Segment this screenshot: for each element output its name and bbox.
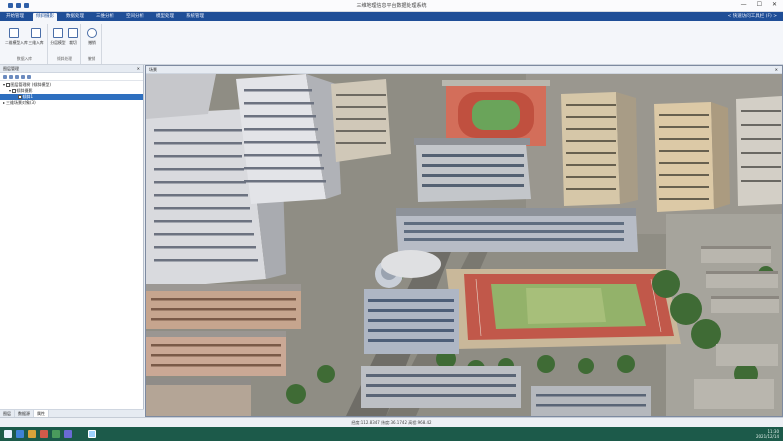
scene-tab-label: 场景 xyxy=(149,67,157,72)
folder-icon[interactable] xyxy=(28,430,36,438)
ribbon: 二维模型入库 三维入库 数据入库 分层模型 裁切 倾斜处理 撤销 撤销 xyxy=(0,21,783,65)
tab-oblique[interactable]: 倾斜摄影 xyxy=(33,13,57,21)
remove-layer-icon[interactable] xyxy=(9,75,13,79)
taskbar-app-icon[interactable] xyxy=(52,430,60,438)
undo-arrow-icon xyxy=(87,28,97,38)
move-down-icon[interactable] xyxy=(21,75,25,79)
ribbon-tabs: 开始管理 倾斜摄影 数据处理 三维分析 空间分析 模型处理 系统管理 < 快速访… xyxy=(0,12,783,21)
taskbar-app-icon[interactable] xyxy=(64,430,72,438)
panel-bottom-tabs: 图层 数据源 属性 xyxy=(0,409,144,417)
grid-icon xyxy=(9,28,19,38)
tab-properties[interactable]: 属性 xyxy=(34,410,49,417)
tab-data[interactable]: 数据处理 xyxy=(63,13,87,21)
layers-icon xyxy=(53,28,63,38)
tab-3d-analysis[interactable]: 三维分析 xyxy=(93,13,117,21)
refresh-icon[interactable] xyxy=(27,75,31,79)
layer-panel-header: 图层管理 ✕ xyxy=(0,65,143,73)
checkbox-icon[interactable] xyxy=(12,89,16,93)
close-icon[interactable]: ✕ xyxy=(137,65,140,73)
status-bar: 经度:112.8347 纬度:36.1742 高程:968.42 xyxy=(0,417,783,427)
oblique-photo-scene[interactable] xyxy=(146,74,782,416)
layer-tree: ▾ 图层管理树 (倾斜模型) ▾ 倾斜摄影 倾斜1 ▸三维场景对象(3) xyxy=(0,81,143,106)
tree-node-scene-objects[interactable]: ▸三维场景对象(3) xyxy=(0,100,143,106)
ribbon-group-undo: 撤销 撤销 xyxy=(82,24,102,64)
browser-icon[interactable] xyxy=(40,430,48,438)
ribbon-group-label: 倾斜处理 xyxy=(56,56,73,61)
start-icon[interactable] xyxy=(4,430,12,438)
ribbon-group-import: 二维模型入库 三维入库 数据入库 xyxy=(2,24,48,64)
tab-system[interactable]: 系统管理 xyxy=(183,13,207,21)
move-up-icon[interactable] xyxy=(15,75,19,79)
import-3d-button[interactable]: 三维入库 xyxy=(27,28,45,46)
os-taskbar: 11:30 2021/12/14 xyxy=(0,427,783,441)
window-controls: — ☐ ✕ xyxy=(741,1,777,8)
maximize-button[interactable]: ☐ xyxy=(757,1,762,8)
cube-icon xyxy=(31,28,41,38)
window-title: 三维地理信息平台数据处理系统 xyxy=(356,3,427,9)
system-tray-clock[interactable]: 11:30 2021/12/14 xyxy=(756,429,779,439)
taskbar-app-icon[interactable] xyxy=(16,430,24,438)
ribbon-group-label: 数据入库 xyxy=(16,56,33,61)
layer-panel: 图层管理 ✕ ▾ 图层管理树 (倾斜模型) ▾ 倾斜摄影 倾斜1 ▸三维场景对象(3… xyxy=(0,65,144,417)
close-button[interactable]: ✕ xyxy=(772,1,777,8)
layer-toolbar xyxy=(0,73,143,81)
import-2d-button[interactable]: 二维模型入库 xyxy=(5,28,28,46)
undo-button[interactable]: 撤销 xyxy=(83,28,101,46)
tab-start[interactable]: 开始管理 xyxy=(3,13,27,21)
clock-date: 2021/12/14 xyxy=(755,434,779,439)
coordinate-readout: 经度:112.8347 纬度:36.1742 高程:968.42 xyxy=(351,420,432,425)
checkbox-icon[interactable] xyxy=(18,95,22,99)
tab-datasource[interactable]: 数据源 xyxy=(15,410,34,417)
tab-model[interactable]: 模型处理 xyxy=(153,13,177,21)
scene-viewer: 场景 ✕ xyxy=(145,65,783,417)
scene-tab[interactable]: 场景 ✕ xyxy=(146,66,782,74)
title-bar: 三维地理信息平台数据处理系统 — ☐ ✕ xyxy=(0,0,783,12)
scissors-icon xyxy=(68,28,78,38)
tab-layers[interactable]: 图层 xyxy=(0,410,15,417)
ribbon-group-oblique: 分层模型 裁切 倾斜处理 xyxy=(49,24,81,64)
layer-panel-title: 图层管理 xyxy=(3,66,19,71)
active-app-icon[interactable] xyxy=(88,430,96,438)
scene-canvas[interactable] xyxy=(146,74,782,416)
quick-access-hint[interactable]: < 快速访问工具栏 (F) > xyxy=(728,13,777,21)
minimize-button[interactable]: — xyxy=(741,1,747,8)
tab-spatial[interactable]: 空间分析 xyxy=(123,13,147,21)
clip-button[interactable]: 裁切 xyxy=(64,28,82,46)
checkbox-icon[interactable] xyxy=(6,83,10,87)
add-layer-icon[interactable] xyxy=(3,75,7,79)
close-icon[interactable]: ✕ xyxy=(775,66,778,74)
ribbon-group-label: 撤销 xyxy=(87,56,96,61)
